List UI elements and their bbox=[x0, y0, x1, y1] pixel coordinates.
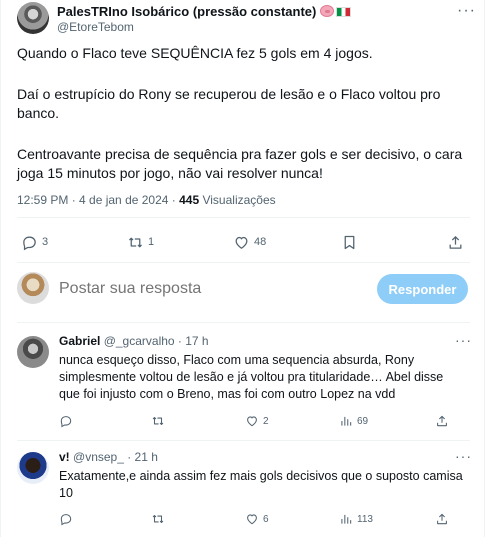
reply-item[interactable]: Gabriel @_gcarvalho · 17 h ··· nunca esq… bbox=[17, 330, 472, 438]
like-count: 2 bbox=[263, 415, 269, 427]
share-button[interactable] bbox=[447, 232, 464, 252]
tweet-timestamp[interactable]: 12:59 PM · 4 de jan de 2024 · bbox=[17, 193, 179, 207]
like-button[interactable]: 2 bbox=[245, 412, 269, 430]
more-icon[interactable]: ··· bbox=[457, 2, 476, 20]
reply-item[interactable]: v! @vnsep_ · 21 h ··· Exatamente,e ainda… bbox=[17, 446, 472, 534]
share-icon bbox=[437, 415, 447, 427]
reply-input[interactable] bbox=[59, 278, 359, 300]
reply-handle-time[interactable]: @vnsep_ · 21 h bbox=[73, 450, 158, 464]
tweet-paragraph-1: Quando o Flaco teve SEQUÊNCIA fez 5 gols… bbox=[17, 45, 373, 61]
reply-icon bbox=[60, 416, 72, 428]
more-icon[interactable]: ··· bbox=[455, 448, 472, 464]
reply-composer: Responder bbox=[17, 268, 470, 312]
retweet-icon bbox=[152, 514, 164, 524]
reply-header: Gabriel @_gcarvalho · 17 h bbox=[59, 334, 209, 348]
tweet-actions: 3 1 48 bbox=[17, 226, 470, 256]
tweet-paragraph-3: Centroavante precisa de sequência pra fa… bbox=[17, 146, 463, 181]
share-icon bbox=[449, 235, 462, 249]
tweet-header: PalesTRIno Isobárico (pressão constante)… bbox=[17, 2, 477, 36]
views-count: 69 bbox=[357, 415, 369, 427]
views-count: 445 bbox=[179, 193, 200, 207]
reply-button[interactable] bbox=[59, 510, 73, 528]
retweet-count: 1 bbox=[148, 236, 155, 248]
reply-count: 3 bbox=[42, 236, 49, 248]
like-button[interactable]: 6 bbox=[245, 510, 269, 528]
reply-author-name[interactable]: v! bbox=[59, 450, 70, 464]
reply-text: Exatamente,e ainda assim fez mais gols d… bbox=[59, 469, 463, 500]
reply-header: v! @vnsep_ · 21 h bbox=[59, 450, 158, 464]
views-button[interactable]: 69 bbox=[339, 412, 368, 430]
pig-emoji-icon bbox=[320, 5, 335, 17]
retweet-button[interactable] bbox=[151, 412, 165, 430]
author-avatar[interactable] bbox=[17, 2, 49, 34]
reply-author-name[interactable]: Gabriel bbox=[59, 334, 100, 348]
like-icon bbox=[247, 416, 257, 427]
more-icon[interactable]: ··· bbox=[455, 332, 472, 348]
bookmark-button[interactable] bbox=[341, 232, 358, 252]
reply-avatar[interactable] bbox=[17, 336, 49, 368]
tweet-thread: PalesTRIno Isobárico (pressão constante)… bbox=[0, 0, 485, 537]
like-icon bbox=[247, 514, 257, 525]
divider bbox=[17, 217, 470, 218]
divider bbox=[17, 262, 470, 263]
tweet-meta: 12:59 PM · 4 de jan de 2024 · 445 Visual… bbox=[17, 193, 276, 207]
retweet-button[interactable] bbox=[151, 510, 165, 528]
views-label: Visualizações bbox=[199, 193, 276, 207]
tweet-paragraph-2: Daí o estrupício do Rony se recuperou de… bbox=[17, 86, 441, 121]
views-count: 113 bbox=[357, 513, 373, 525]
retweet-icon bbox=[152, 416, 164, 426]
views-icon bbox=[341, 416, 352, 426]
reply-actions: 6 113 bbox=[59, 510, 470, 530]
italy-flag-icon bbox=[336, 7, 352, 17]
share-button[interactable] bbox=[435, 412, 449, 430]
reply-button[interactable]: 3 bbox=[21, 232, 48, 252]
like-button[interactable]: 48 bbox=[233, 232, 266, 252]
views-icon bbox=[341, 514, 352, 524]
current-user-avatar[interactable] bbox=[17, 272, 49, 304]
divider bbox=[17, 440, 470, 441]
author-name-row[interactable]: PalesTRIno Isobárico (pressão constante) bbox=[57, 4, 352, 19]
like-icon bbox=[235, 236, 248, 249]
share-button[interactable] bbox=[435, 510, 449, 528]
share-icon bbox=[437, 513, 447, 525]
retweet-icon bbox=[129, 237, 142, 247]
bookmark-icon bbox=[344, 235, 355, 249]
divider bbox=[17, 322, 470, 323]
reply-handle-time[interactable]: @_gcarvalho · 17 h bbox=[104, 334, 209, 348]
like-count: 6 bbox=[263, 513, 269, 525]
author-handle[interactable]: @EtoreTebom bbox=[57, 20, 134, 34]
reply-actions: 2 69 bbox=[59, 412, 470, 432]
views-button[interactable]: 113 bbox=[339, 510, 373, 528]
like-count: 48 bbox=[254, 236, 267, 248]
reply-button[interactable] bbox=[59, 412, 73, 430]
reply-icon bbox=[60, 514, 72, 526]
retweet-button[interactable]: 1 bbox=[127, 232, 154, 252]
reply-icon bbox=[23, 236, 36, 250]
reply-text: nunca esqueço disso, Flaco com uma seque… bbox=[59, 353, 444, 401]
reply-avatar[interactable] bbox=[17, 452, 49, 484]
reply-submit-button[interactable]: Responder bbox=[377, 274, 468, 304]
author-name[interactable]: PalesTRIno Isobárico (pressão constante) bbox=[57, 4, 316, 19]
